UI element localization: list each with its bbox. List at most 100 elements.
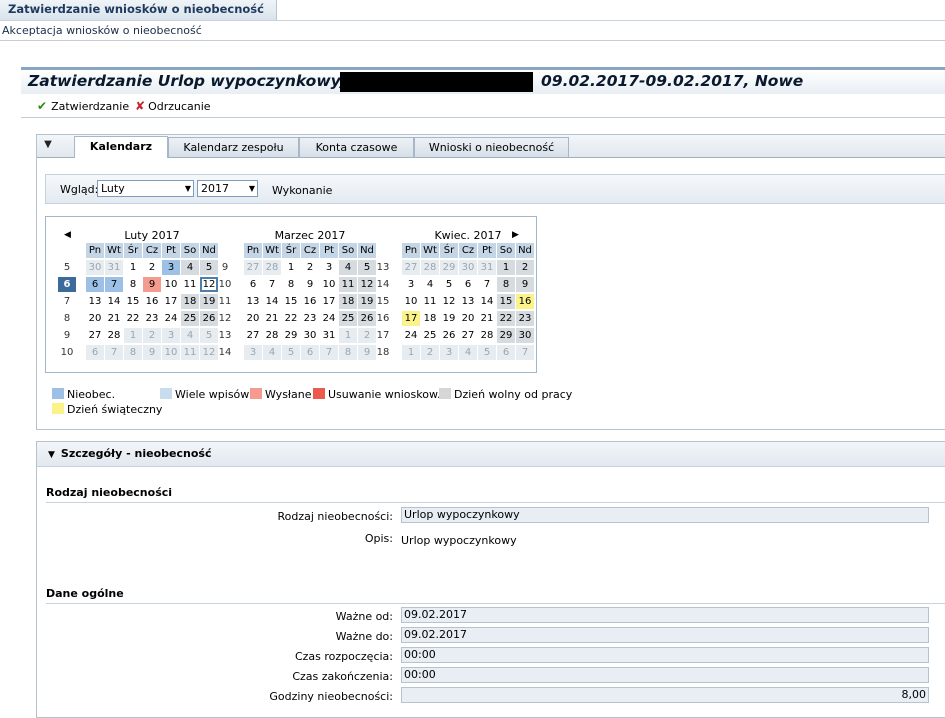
calendar-day[interactable]: 2	[421, 345, 439, 360]
week-number[interactable]: 12	[216, 311, 234, 326]
calendar-day[interactable]: 27	[459, 328, 477, 343]
calendar-day[interactable]: 7	[516, 345, 534, 360]
calendar-day[interactable]: 31	[105, 260, 123, 275]
calendar-day[interactable]: 3	[320, 260, 338, 275]
calendar-day[interactable]: 27	[86, 328, 104, 343]
calendar-day[interactable]: 24	[320, 311, 338, 326]
calendar-day[interactable]: 4	[339, 260, 357, 275]
week-number[interactable]: 9	[58, 328, 76, 343]
calendar-day[interactable]: 9	[143, 277, 161, 292]
calendar-day[interactable]: 28	[263, 328, 281, 343]
calendar-day[interactable]: 18	[339, 294, 357, 309]
calendar-day[interactable]: 24	[162, 311, 180, 326]
calendar-day[interactable]: 10	[320, 277, 338, 292]
calendar-day[interactable]: 6	[86, 345, 104, 360]
calendar-day[interactable]: 8	[282, 277, 300, 292]
calendar-day[interactable]: 30	[301, 328, 319, 343]
calendar-day[interactable]: 26	[440, 328, 458, 343]
calendar-day[interactable]: 1	[402, 345, 420, 360]
calendar-day[interactable]: 3	[162, 328, 180, 343]
calendar-day[interactable]: 8	[339, 345, 357, 360]
calendar-day[interactable]: 1	[124, 328, 142, 343]
calendar-day[interactable]: 4	[421, 277, 439, 292]
calendar-day[interactable]: 5	[478, 345, 496, 360]
calendar-day[interactable]: 11	[339, 277, 357, 292]
calendar-day[interactable]: 20	[459, 311, 477, 326]
calendar-day[interactable]: 23	[143, 311, 161, 326]
calendar-day[interactable]: 18	[421, 311, 439, 326]
calendar-day[interactable]: 3	[244, 345, 262, 360]
calendar-day[interactable]: 5	[282, 345, 300, 360]
calendar-day[interactable]: 15	[124, 294, 142, 309]
calendar-day[interactable]: 15	[282, 294, 300, 309]
calendar-day[interactable]: 16	[301, 294, 319, 309]
calendar-day[interactable]: 2	[143, 260, 161, 275]
week-number[interactable]: 14	[374, 277, 392, 292]
calendar-day[interactable]: 7	[263, 277, 281, 292]
end-time-field[interactable]: 00:00	[401, 667, 929, 683]
calendar-day[interactable]: 3	[402, 277, 420, 292]
calendar-day[interactable]: 17	[162, 294, 180, 309]
calendar-day[interactable]: 2	[516, 260, 534, 275]
calendar-day[interactable]: 14	[105, 294, 123, 309]
calendar-day[interactable]: 2	[301, 260, 319, 275]
calendar-day[interactable]: 1	[497, 260, 515, 275]
calendar-day[interactable]: 6	[86, 277, 104, 292]
calendar-day[interactable]: 11	[181, 277, 199, 292]
week-number[interactable]: 10	[58, 345, 76, 360]
calendar-day[interactable]: 8	[497, 277, 515, 292]
calendar-day[interactable]: 1	[282, 260, 300, 275]
week-number[interactable]: 10	[216, 277, 234, 292]
calendar-day[interactable]: 27	[402, 260, 420, 275]
week-number[interactable]: 17	[374, 328, 392, 343]
calendar-day[interactable]: 25	[339, 311, 357, 326]
week-number[interactable]: 13	[374, 260, 392, 275]
calendar-day[interactable]: 30	[516, 328, 534, 343]
year-select[interactable]: 2017 ▼	[197, 180, 258, 197]
collapse-triangle-icon[interactable]: ▼	[41, 139, 55, 153]
calendar-day[interactable]: 7	[105, 345, 123, 360]
month-select[interactable]: Luty ▼	[97, 180, 194, 197]
absence-type-field[interactable]: Urlop wypoczynkowy	[401, 507, 929, 523]
calendar-day[interactable]: 23	[301, 311, 319, 326]
calendar-day[interactable]: 5	[440, 277, 458, 292]
calendar-day[interactable]: 12	[440, 294, 458, 309]
calendar-day[interactable]: 15	[497, 294, 515, 309]
calendar-day[interactable]: 6	[497, 345, 515, 360]
calendar-day[interactable]: 4	[181, 328, 199, 343]
calendar-day[interactable]: 6	[301, 345, 319, 360]
tab-absence-requests[interactable]: Wnioski o nieobecność	[414, 137, 569, 157]
absence-hours-field[interactable]: 8,00	[401, 687, 929, 703]
calendar-day[interactable]: 4	[459, 345, 477, 360]
window-tab-title[interactable]: Zatwierdzanie wniosków o nieobecność	[0, 0, 277, 20]
week-number[interactable]: 18	[374, 345, 392, 360]
calendar-day[interactable]: 7	[320, 345, 338, 360]
prev-month-icon[interactable]: ◀	[64, 230, 71, 240]
calendar-day[interactable]: 25	[181, 311, 199, 326]
start-time-field[interactable]: 00:00	[401, 647, 929, 663]
calendar-day[interactable]: 6	[459, 277, 477, 292]
week-number[interactable]: 9	[216, 260, 234, 275]
execute-button[interactable]: Wykonanie	[272, 184, 332, 197]
calendar-day[interactable]: 10	[402, 294, 420, 309]
calendar-day[interactable]: 3	[440, 345, 458, 360]
tab-time-accounts[interactable]: Konta czasowe	[299, 137, 414, 157]
valid-to-field[interactable]: 09.02.2017	[401, 627, 929, 643]
calendar-day[interactable]: 16	[516, 294, 534, 309]
calendar-day[interactable]: 1	[124, 260, 142, 275]
calendar-day[interactable]: 31	[320, 328, 338, 343]
calendar-day[interactable]: 21	[105, 311, 123, 326]
calendar-day[interactable]: 8	[124, 277, 142, 292]
calendar-day[interactable]: 10	[162, 345, 180, 360]
breadcrumb[interactable]: Akceptacja wniosków o nieobecność	[0, 21, 945, 41]
calendar-day[interactable]: 21	[263, 311, 281, 326]
calendar-day[interactable]: 28	[478, 328, 496, 343]
calendar-day[interactable]: 20	[86, 311, 104, 326]
calendar-day[interactable]: 22	[282, 311, 300, 326]
calendar-day[interactable]: 1	[339, 328, 357, 343]
calendar-day[interactable]: 25	[421, 328, 439, 343]
week-number[interactable]: 14	[216, 345, 234, 360]
calendar-day[interactable]: 19	[440, 311, 458, 326]
calendar-day[interactable]: 14	[478, 294, 496, 309]
calendar-day[interactable]: 29	[282, 328, 300, 343]
